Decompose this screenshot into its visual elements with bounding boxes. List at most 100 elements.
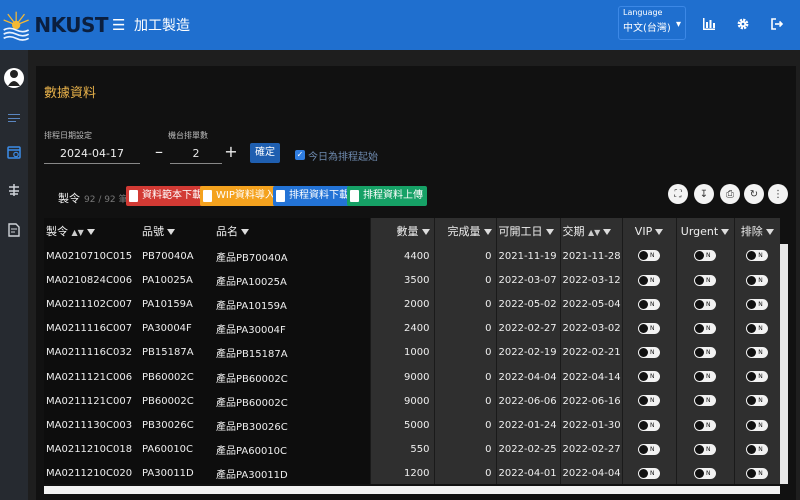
exclude-toggle[interactable]: N (746, 250, 769, 262)
sidebar-item-list[interactable] (0, 102, 28, 134)
completed-cell: 0 (433, 292, 496, 317)
column-header-part-no[interactable]: 品號 (140, 218, 214, 244)
vip-cell: N (621, 244, 676, 269)
gear-icon[interactable] (733, 14, 753, 34)
exclude-toggle[interactable]: N (746, 274, 769, 286)
download-icon[interactable]: ↧ (694, 184, 714, 204)
vip-toggle[interactable]: N (638, 298, 660, 310)
urgent-toggle[interactable]: N (694, 322, 716, 334)
urgent-toggle[interactable]: N (694, 298, 716, 310)
sidebar-item-adjust[interactable] (0, 174, 28, 206)
urgent-cell: N (675, 364, 734, 390)
vertical-scrollbar[interactable] (780, 244, 788, 484)
document-icon (8, 223, 20, 237)
urgent-toggle[interactable]: N (694, 468, 716, 480)
exclude-toggle[interactable]: N (746, 468, 769, 480)
column-header-quantity[interactable]: 數量 (369, 218, 434, 244)
column-header-start-date[interactable]: 可開工日 (495, 218, 560, 244)
menu-icon[interactable]: ☰ (112, 16, 128, 34)
quantity-cell: 3500 (369, 268, 434, 293)
logo[interactable]: NKUST (0, 0, 108, 50)
language-select[interactable]: Language 中文(台灣) ▾ (618, 6, 686, 40)
filter-icon (655, 228, 664, 235)
column-header-order[interactable]: 製令 ▲▼ (44, 218, 140, 244)
language-label: Language (623, 8, 663, 17)
part-name-cell: 產品PA30004F (216, 325, 286, 337)
urgent-cell: N (675, 244, 734, 269)
exclude-toggle[interactable]: N (746, 322, 769, 334)
vip-toggle[interactable]: N (638, 371, 660, 383)
file-icon (350, 190, 359, 202)
import-wip-button[interactable]: WIP資料導入 (200, 186, 279, 206)
part-no-cell: PB60002C (142, 395, 194, 407)
vip-toggle[interactable]: N (638, 468, 660, 480)
urgent-toggle[interactable]: N (694, 347, 716, 359)
urgent-toggle[interactable]: N (694, 419, 716, 431)
exclude-toggle[interactable]: N (746, 347, 769, 359)
table-row[interactable]: MA0211116C007 PA30004F 產品PA30004F 2400 0 2022… (44, 316, 780, 341)
column-header-part-name[interactable]: 品名 (214, 218, 370, 244)
download-schedule-button[interactable]: 排程資料下載 (273, 186, 353, 206)
sidebar-item-document[interactable] (0, 214, 28, 246)
exclude-toggle[interactable]: N (746, 443, 769, 455)
filter-icon (765, 229, 774, 235)
order-cell: MA0211121C006 (46, 371, 133, 383)
table-row[interactable]: MA0211102C007 PA10159A 產品PA10159A 2000 0 2022… (44, 292, 780, 317)
fullscreen-icon[interactable]: ⛶ (668, 184, 688, 204)
column-header-due-date[interactable]: 交期 ▲▼ (559, 218, 622, 244)
column-header-exclude[interactable]: 排除 (733, 218, 780, 244)
vip-toggle[interactable]: N (638, 347, 660, 359)
exclude-cell: N (733, 389, 780, 414)
urgent-toggle[interactable]: N (694, 274, 716, 286)
order-cell: MA0211116C007 (46, 323, 133, 335)
decrement-button[interactable]: – (153, 142, 165, 161)
urgent-cell: N (675, 389, 734, 414)
column-header-urgent[interactable]: Urgent (675, 218, 734, 244)
urgent-toggle[interactable]: N (694, 395, 716, 407)
schedule-date-input[interactable]: 2024-04-17 (44, 144, 140, 164)
column-header-vip[interactable]: VIP (621, 218, 676, 244)
refresh-icon[interactable]: ↻ (744, 184, 764, 204)
urgent-toggle[interactable]: N (694, 371, 716, 383)
exclude-toggle[interactable]: N (746, 395, 769, 407)
vip-toggle[interactable]: N (638, 395, 660, 407)
exclude-toggle[interactable]: N (746, 298, 769, 310)
urgent-toggle[interactable]: N (694, 443, 716, 455)
logout-icon[interactable] (767, 14, 787, 34)
column-header-completed[interactable]: 完成量 (433, 218, 496, 244)
part-name-cell: 產品PB15187A (216, 349, 288, 361)
horizontal-scrollbar[interactable] (44, 486, 780, 494)
exclude-toggle[interactable]: N (746, 371, 769, 383)
today-start-checkbox[interactable]: ✓ (295, 150, 305, 160)
increment-button[interactable]: + (224, 142, 238, 161)
print-icon[interactable]: ⎙ (720, 184, 740, 204)
vip-toggle[interactable]: N (638, 250, 660, 262)
exclude-toggle[interactable]: N (746, 419, 769, 431)
table-row[interactable]: MA0211210C018 PA60010C 產品PA60010C 550 0 2022-… (44, 437, 780, 462)
vip-toggle[interactable]: N (638, 443, 660, 455)
table-row[interactable]: MA0211121C006 PB60002C 產品PB60002C 9000 0 2022… (44, 364, 780, 390)
confirm-button[interactable]: 確定 (250, 143, 280, 163)
vip-toggle[interactable]: N (638, 274, 660, 286)
vip-cell: N (621, 316, 676, 341)
sidebar-item-schedule[interactable] (0, 136, 28, 168)
table-row[interactable]: MA0210710C015 PB70040A 產品PB70040A 4400 0 2021… (44, 244, 780, 269)
table-row[interactable]: MA0211121C007 PB60002C 產品PB60002C 9000 0 2022… (44, 389, 780, 414)
urgent-toggle[interactable]: N (694, 250, 716, 262)
download-template-button[interactable]: 資料範本下載 (126, 186, 206, 206)
table-row[interactable]: MA0211116C032 PB15187A 產品PB15187A 1000 0 2022… (44, 340, 780, 365)
bar-chart-icon[interactable] (699, 14, 719, 34)
vip-cell: N (621, 268, 676, 293)
table-row[interactable]: MA0211130C003 PB30026C 產品PB30026C 5000 0 2022… (44, 413, 780, 438)
machine-count-input[interactable]: 2 (170, 144, 222, 164)
avatar[interactable] (0, 62, 28, 96)
vip-toggle[interactable]: N (638, 419, 660, 431)
vip-toggle[interactable]: N (638, 322, 660, 334)
columns-icon[interactable]: ⋮ (768, 184, 788, 204)
filter-icon (421, 229, 430, 235)
exclude-cell: N (733, 413, 780, 438)
upload-schedule-button[interactable]: 排程資料上傳 (347, 186, 427, 206)
table-row[interactable]: MA0210824C006 PA10025A 產品PA10025A 3500 0 2022… (44, 268, 780, 293)
table-row[interactable]: MA0211210C020 PA30011D 產品PA30011D 1200 0 2022… (44, 461, 780, 484)
order-cell: MA0211121C007 (46, 395, 133, 407)
